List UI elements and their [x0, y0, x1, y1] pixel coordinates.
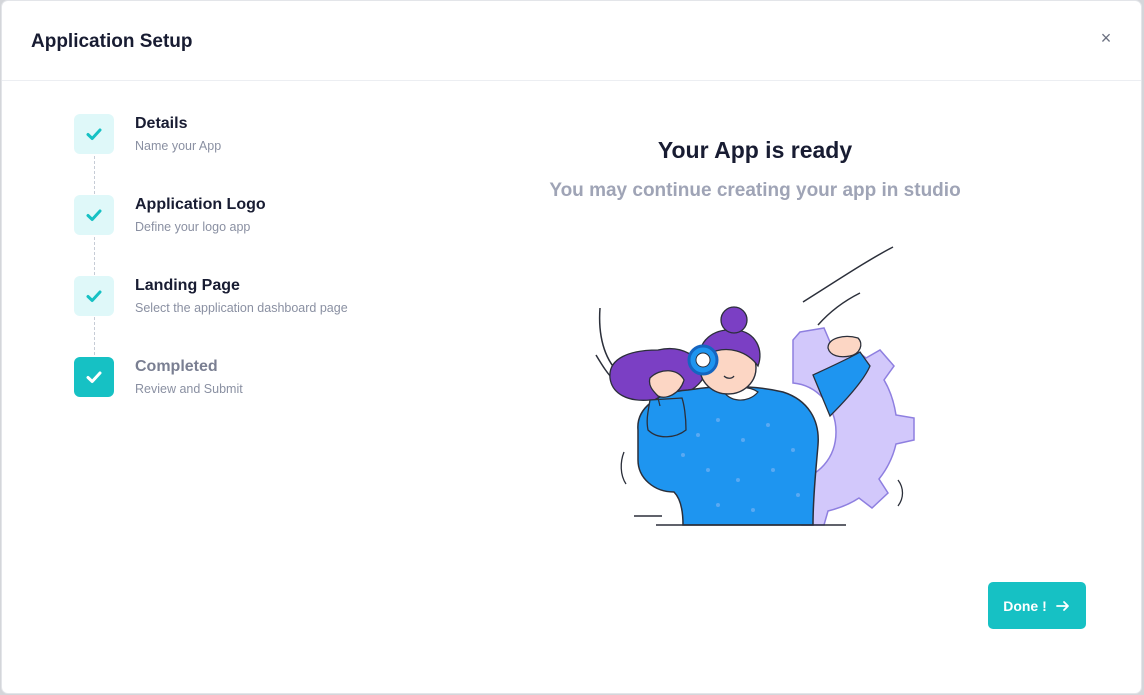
done-button[interactable]: Done !: [988, 582, 1086, 629]
close-button[interactable]: ×: [1097, 29, 1115, 47]
step-details[interactable]: Details Name your App: [74, 114, 404, 156]
step-connector: [94, 156, 95, 194]
step-title: Details: [135, 115, 188, 132]
step-connector: [94, 237, 95, 275]
modal-header: Application Setup ×: [2, 1, 1141, 81]
step-completed[interactable]: Completed Review and Submit: [74, 357, 404, 399]
ready-subtitle: You may continue creating your app in st…: [549, 180, 961, 201]
check-icon: [74, 276, 114, 316]
step-title: Application Logo: [135, 196, 266, 213]
step-connector: [94, 317, 95, 355]
step-description: Select the application dashboard page: [135, 301, 348, 315]
check-icon: [74, 195, 114, 235]
woman-with-gear-illustration: [595, 246, 915, 526]
arrow-right-icon: [1055, 600, 1069, 611]
check-icon: [74, 357, 114, 397]
step-description: Review and Submit: [135, 382, 243, 396]
modal-title: Application Setup: [31, 31, 193, 52]
done-button-label: Done !: [1003, 597, 1047, 614]
check-icon: [74, 114, 114, 154]
ready-title: Your App is ready: [657, 137, 853, 163]
step-title: Landing Page: [135, 277, 240, 294]
step-title: Completed: [135, 358, 218, 375]
step-application-logo[interactable]: Application Logo Define your logo app: [74, 195, 404, 237]
step-description: Define your logo app: [135, 220, 251, 234]
step-landing-page[interactable]: Landing Page Select the application dash…: [74, 276, 404, 318]
step-description: Name your App: [135, 139, 222, 153]
application-setup-modal: Application Setup ×: [2, 1, 1141, 693]
